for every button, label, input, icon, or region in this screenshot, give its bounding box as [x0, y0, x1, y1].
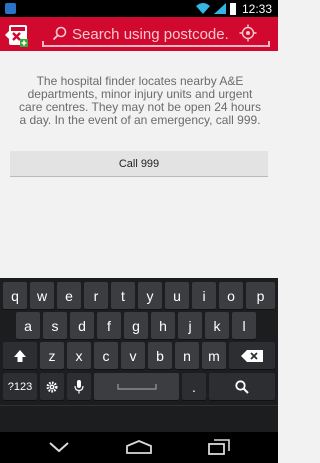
key-m[interactable]: m [202, 342, 226, 369]
key-h[interactable]: h [151, 312, 175, 339]
nav-home-icon[interactable] [124, 439, 154, 455]
app-logo-icon[interactable] [2, 22, 28, 48]
key-d[interactable]: d [70, 312, 94, 339]
symbols-key[interactable]: ?123 [3, 373, 37, 400]
backspace-key[interactable] [229, 342, 275, 369]
microphone-icon [74, 379, 84, 393]
signal-icon [213, 3, 226, 14]
key-q[interactable]: q [3, 282, 27, 309]
status-bar: 12:33 [0, 0, 278, 17]
backspace-icon [241, 349, 263, 362]
key-x[interactable]: x [67, 342, 91, 369]
search-input[interactable] [72, 24, 230, 44]
search-underline-left [42, 41, 44, 47]
search-bar[interactable] [42, 22, 270, 47]
voice-input-key[interactable] [67, 373, 91, 400]
key-o[interactable]: o [219, 282, 243, 309]
main-content: The hospital finder locates nearby A&E d… [0, 51, 278, 278]
key-p[interactable]: p [246, 282, 275, 309]
key-z[interactable]: z [40, 342, 64, 369]
key-w[interactable]: w [30, 282, 54, 309]
key-c[interactable]: c [94, 342, 118, 369]
key-y[interactable]: y [138, 282, 162, 309]
space-bar-icon [116, 383, 157, 390]
search-icon [52, 26, 67, 41]
key-u[interactable]: u [165, 282, 189, 309]
key-l[interactable]: l [232, 312, 256, 339]
key-s[interactable]: s [43, 312, 67, 339]
key-g[interactable]: g [124, 312, 148, 339]
key-e[interactable]: e [57, 282, 81, 309]
soft-keyboard: q w e r t y u i o p a s d f g h j k l z … [0, 278, 278, 432]
call-999-button[interactable]: Call 999 [10, 151, 268, 177]
navigation-bar [0, 432, 278, 463]
wifi-icon [195, 3, 210, 14]
key-b[interactable]: b [148, 342, 172, 369]
key-t[interactable]: t [111, 282, 135, 309]
app-bar [0, 17, 278, 51]
status-time: 12:33 [241, 1, 272, 16]
shift-icon [14, 349, 26, 362]
key-k[interactable]: k [205, 312, 229, 339]
settings-gear-icon [46, 381, 58, 392]
keyboard-search-icon [235, 379, 249, 394]
key-n[interactable]: n [175, 342, 199, 369]
search-key[interactable] [209, 373, 275, 400]
key-v[interactable]: v [121, 342, 145, 369]
shift-key[interactable] [3, 342, 37, 369]
key-j[interactable]: j [178, 312, 202, 339]
key-f[interactable]: f [97, 312, 121, 339]
nav-back-down-icon[interactable] [48, 439, 70, 455]
key-a[interactable]: a [16, 312, 40, 339]
battery-icon [229, 2, 236, 15]
info-text: The hospital finder locates nearby A&E d… [19, 74, 261, 127]
period-key[interactable]: . [182, 373, 206, 400]
nav-recent-apps-icon[interactable] [208, 439, 230, 455]
space-key[interactable] [94, 373, 179, 400]
settings-key[interactable] [40, 373, 64, 400]
my-location-icon[interactable] [239, 24, 257, 42]
shopping-bag-icon [5, 3, 16, 14]
keyboard-divider [0, 405, 278, 406]
key-r[interactable]: r [84, 282, 108, 309]
search-underline-right [268, 41, 270, 47]
key-i[interactable]: i [192, 282, 216, 309]
